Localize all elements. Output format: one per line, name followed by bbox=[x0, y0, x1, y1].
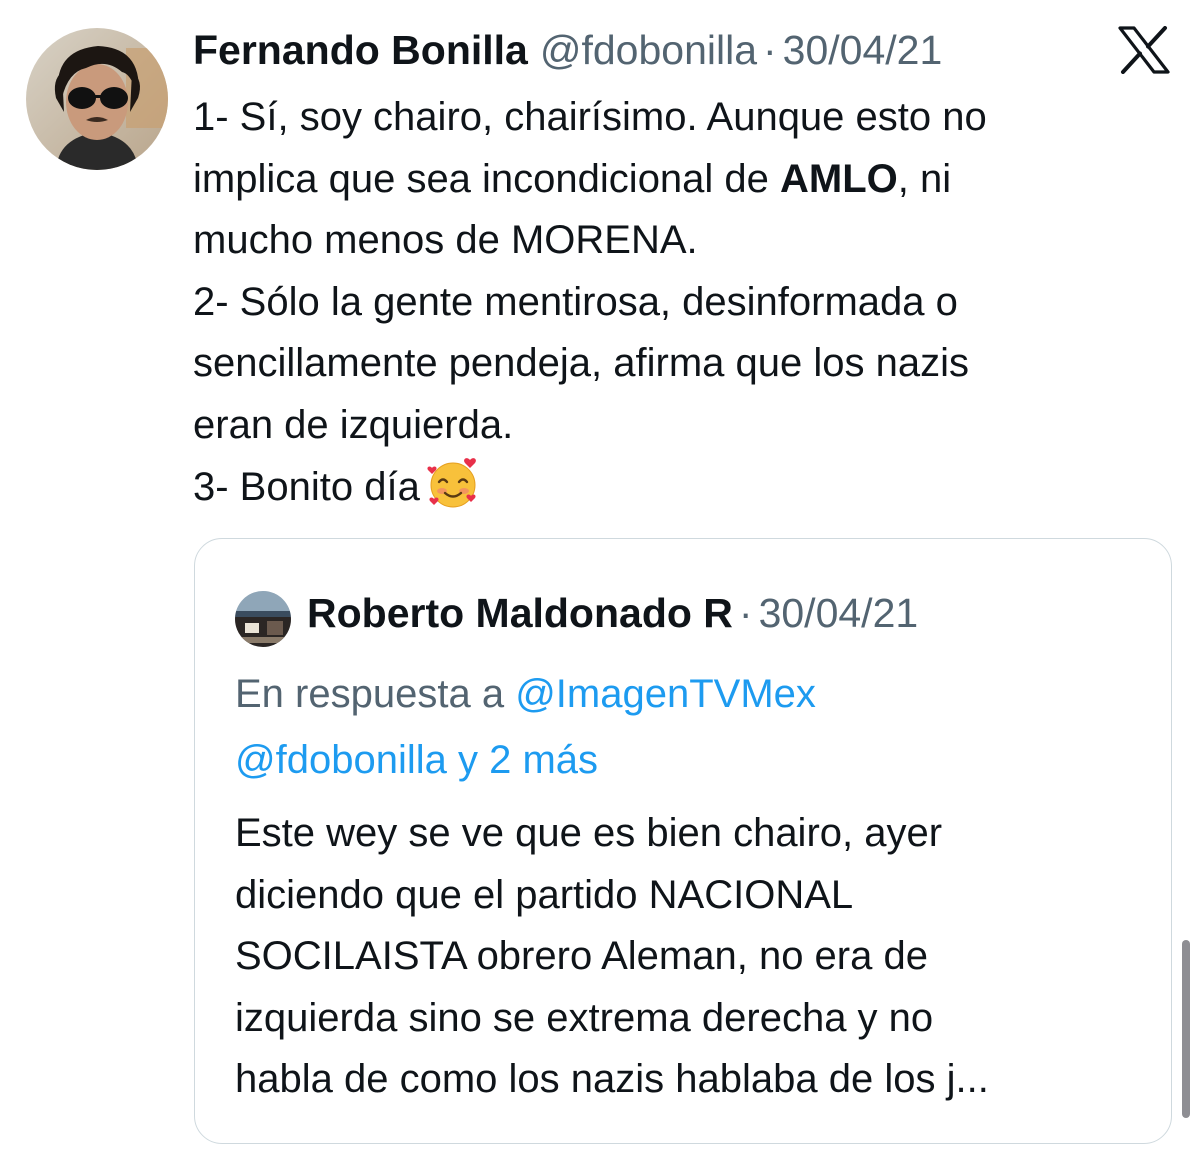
tweet-header: Fernando Bonilla @fdobonilla · 30/04/21 bbox=[193, 22, 942, 78]
quoted-text-line: Este wey se ve que es bien chairo, ayer bbox=[235, 811, 943, 855]
author-handle[interactable]: @fdobonilla bbox=[540, 22, 757, 78]
quoted-tweet-card[interactable]: Roberto Maldonado R · 30/04/21 En respue… bbox=[194, 538, 1172, 1144]
tweet-text-line: 3- Bonito día bbox=[193, 456, 1153, 519]
tweet-text-line: 2- Sólo la gente mentirosa, desinformada… bbox=[193, 279, 958, 324]
author-avatar[interactable] bbox=[26, 28, 168, 170]
quoted-tweet-text: Este wey se ve que es bien chairo, ayer … bbox=[235, 803, 1135, 1111]
quoted-header-separator: · bbox=[738, 590, 753, 636]
vertical-scrollbar[interactable] bbox=[1182, 940, 1190, 1118]
tweet-text-line: implica que sea incondicional de AMLO, n… bbox=[193, 149, 1153, 211]
quoted-author-name[interactable]: Roberto Maldonado R bbox=[307, 585, 733, 641]
quoted-tweet-date[interactable]: 30/04/21 bbox=[759, 585, 919, 641]
quoted-text-line: diciendo que el partido NACIONAL bbox=[235, 872, 854, 917]
replying-to-line: @fdobonilla y 2 más bbox=[235, 727, 1135, 793]
mention-link[interactable]: @fdobonilla y 2 más bbox=[235, 738, 598, 782]
author-avatar-image bbox=[26, 28, 168, 170]
x-logo-icon bbox=[1118, 26, 1170, 74]
replying-to-label: En respuesta a bbox=[235, 672, 516, 716]
tweet-text-segment: , ni bbox=[897, 156, 952, 201]
tweet-date[interactable]: 30/04/21 bbox=[783, 22, 943, 78]
tweet-text: 1- Sí, soy chairo, chairísimo. Aunque es… bbox=[193, 87, 1153, 519]
quoted-author-avatar[interactable] bbox=[235, 591, 291, 647]
smiling-face-with-hearts-icon bbox=[426, 456, 482, 512]
tweet-text-segment: implica que sea incondicional de bbox=[193, 156, 781, 201]
quoted-text-line: SOCILAISTA obrero Aleman, no era de bbox=[235, 934, 928, 978]
tweet-text-segment: 3- Bonito día bbox=[193, 465, 420, 509]
tweet-text-bold: AMLO bbox=[780, 156, 898, 201]
quoted-tweet-header: Roberto Maldonado R · 30/04/21 bbox=[307, 585, 918, 641]
tweet-text-line: sencillamente pendeja, afirma que los na… bbox=[193, 341, 969, 385]
mention-link[interactable]: @ImagenTVMex bbox=[515, 672, 816, 716]
quoted-text-line: habla de como los nazis hablaba de los j… bbox=[235, 1057, 989, 1101]
quoted-text-line: izquierda sino se extrema derecha y no bbox=[235, 995, 934, 1040]
header-separator: · bbox=[763, 27, 777, 73]
quoted-author-avatar-image bbox=[235, 591, 291, 647]
replying-to: En respuesta a @ImagenTVMex @fdobonilla … bbox=[235, 661, 1135, 793]
replying-to-line: En respuesta a @ImagenTVMex bbox=[235, 661, 1135, 727]
author-display-name[interactable]: Fernando Bonilla bbox=[193, 22, 528, 78]
tweet-text-line: mucho menos de MORENA. bbox=[193, 218, 698, 262]
tweet-text-line: eran de izquierda. bbox=[193, 402, 514, 447]
tweet-text-line: 1- Sí, soy chairo, chairísimo. Aunque es… bbox=[193, 95, 987, 139]
